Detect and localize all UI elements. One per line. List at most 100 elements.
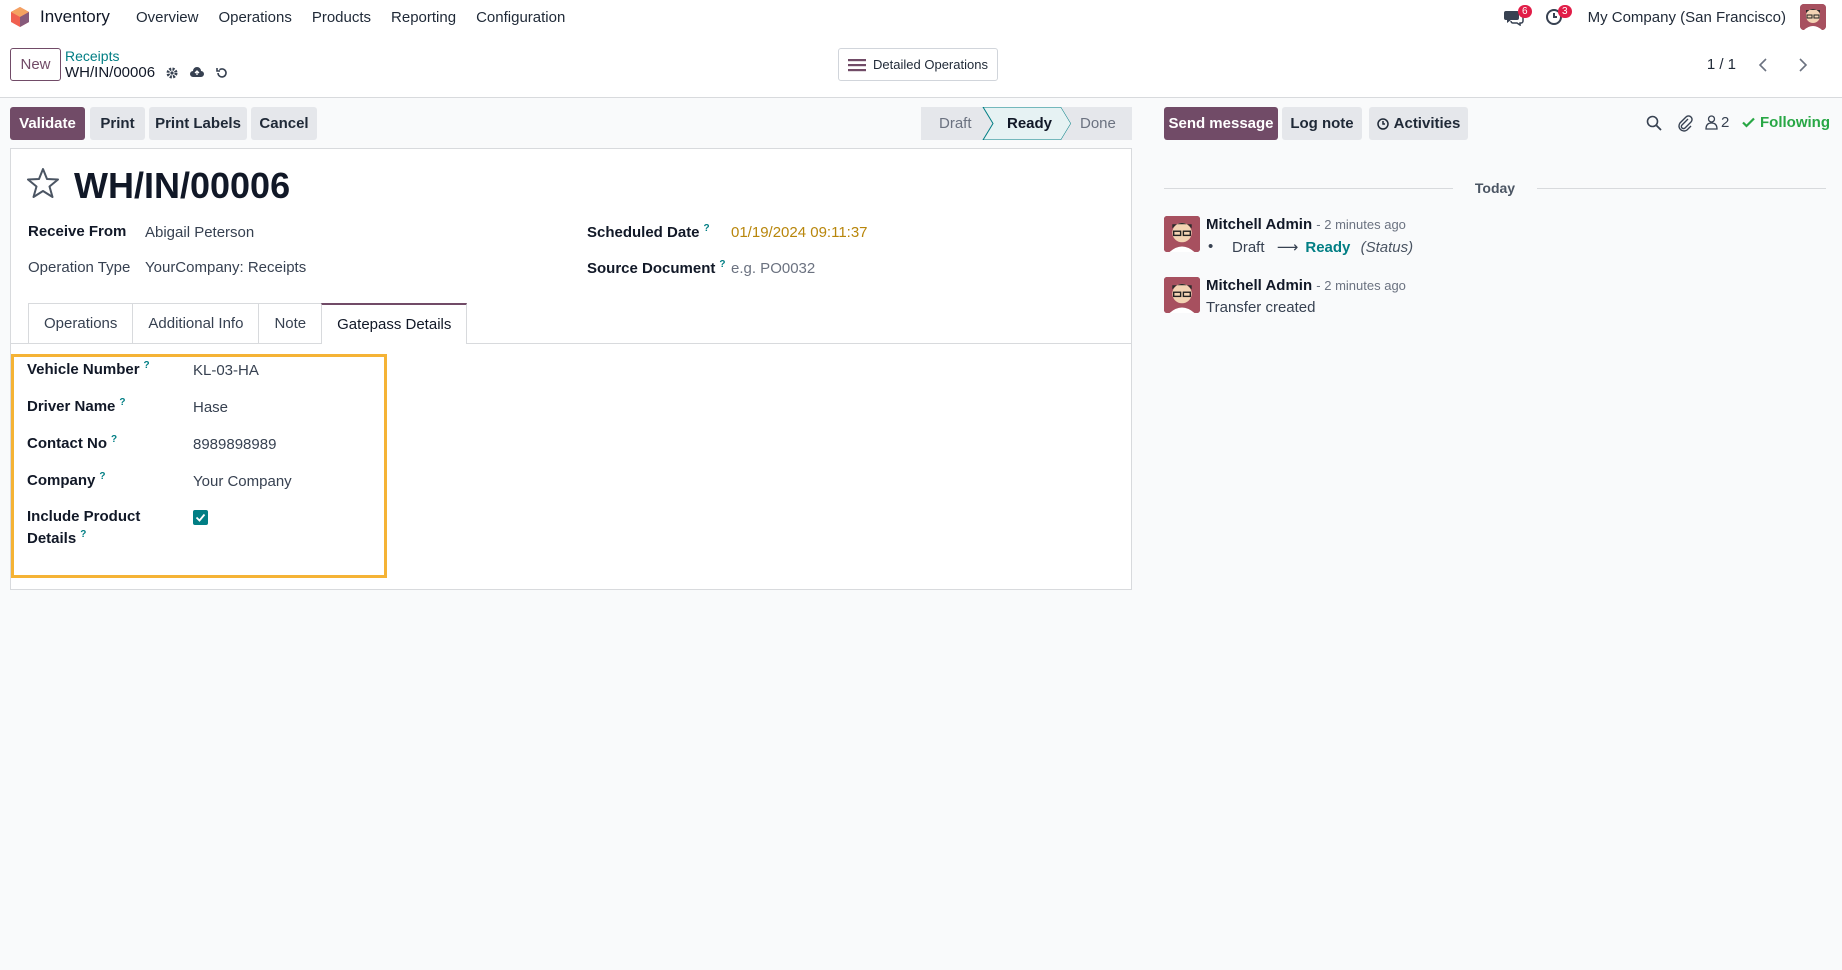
vehicle-number-label: Vehicle Number [27, 361, 140, 378]
message-time: - 2 minutes ago [1316, 217, 1406, 232]
menu-configuration[interactable]: Configuration [476, 9, 565, 26]
control-panel: New Receipts WH/IN/00006 Detailed Operat… [0, 34, 1842, 98]
following-button[interactable]: Following [1742, 114, 1830, 131]
clock-icon [1376, 117, 1389, 130]
print-labels-button[interactable]: Print Labels [149, 107, 247, 140]
source-document-label: Source Document [587, 260, 716, 277]
activities-badge: 3 [1558, 5, 1572, 18]
breadcrumb-receipts[interactable]: Receipts [65, 48, 119, 64]
source-document-field[interactable]: e.g. PO0032 [731, 260, 815, 277]
following-label: Following [1760, 114, 1830, 131]
list-icon [848, 58, 867, 71]
tracking-field-name: (Status) [1360, 239, 1414, 256]
pager-previous-button[interactable] [1750, 52, 1776, 78]
author-avatar[interactable] [1164, 216, 1200, 252]
check-icon [1742, 117, 1755, 128]
main-menu: Overview Operations Products Reporting C… [126, 9, 575, 26]
receive-from-field[interactable]: Abigail Peterson [145, 224, 254, 241]
driver-name-label-wrap: Driver Name? [27, 397, 126, 415]
pager: 1 / 1 [1707, 48, 1816, 81]
top-navbar: Inventory Overview Operations Products R… [0, 0, 1842, 34]
menu-reporting[interactable]: Reporting [391, 9, 456, 26]
tracking-new-value: Ready [1305, 239, 1351, 256]
tab-operations[interactable]: Operations [28, 303, 134, 343]
tab-note[interactable]: Note [258, 303, 323, 343]
record-title: WH/IN/00006 [74, 165, 291, 206]
app-name[interactable]: Inventory [40, 7, 110, 27]
navbar-right: 6 3 My Company (San Francisco) [1500, 0, 1842, 34]
date-separator: Today [1164, 180, 1827, 196]
tab-additional-info[interactable]: Additional Info [132, 303, 260, 343]
activity-menu[interactable]: 3 [1540, 3, 1572, 31]
message-author-wrap: Mitchell Admin - 2 minutes ago [1206, 216, 1406, 233]
operation-type-field[interactable]: YourCompany: Receipts [145, 259, 306, 276]
breadcrumb-current-label: WH/IN/00006 [65, 64, 156, 81]
new-button[interactable]: New [10, 48, 61, 81]
notebook-tabs: Operations Additional Info Note Gatepass… [28, 303, 468, 344]
arrow-right-icon: ⟶ [1276, 239, 1299, 256]
scheduled-date-field[interactable]: 01/19/2024 09:11:37 [731, 224, 868, 241]
chevron-left-icon [1758, 57, 1767, 72]
print-button[interactable]: Print [90, 107, 145, 140]
cancel-button[interactable]: Cancel [251, 107, 317, 140]
detailed-operations-button[interactable]: Detailed Operations [838, 48, 998, 81]
log-note-button[interactable]: Log note [1282, 107, 1362, 140]
help-icon[interactable]: ? [144, 360, 150, 371]
message-body: Transfer created [1206, 299, 1316, 316]
receive-from-label: Receive From [28, 223, 127, 240]
help-icon[interactable]: ? [704, 223, 710, 234]
help-icon[interactable]: ? [719, 259, 725, 270]
author-avatar[interactable] [1164, 277, 1200, 313]
paperclip-icon[interactable] [1677, 114, 1693, 132]
message-author[interactable]: Mitchell Admin [1206, 277, 1312, 294]
company-switcher[interactable]: My Company (San Francisco) [1588, 9, 1786, 26]
include-product-label-2-wrap: Details? [27, 529, 86, 547]
activities-button[interactable]: Activities [1369, 107, 1468, 140]
tracking-value: • Draft ⟶ Ready (Status) [1208, 238, 1414, 256]
status-ready: Ready [1007, 115, 1053, 132]
menu-products[interactable]: Products [312, 9, 371, 26]
messaging-menu[interactable]: 6 [1500, 3, 1532, 31]
message-author[interactable]: Mitchell Admin [1206, 216, 1312, 233]
menu-operations[interactable]: Operations [218, 9, 291, 26]
pager-next-button[interactable] [1790, 52, 1816, 78]
contact-no-label-wrap: Contact No? [27, 434, 117, 452]
vehicle-number-field[interactable]: KL-03-HA [193, 362, 259, 379]
contact-no-label: Contact No [27, 435, 107, 452]
help-icon[interactable]: ? [119, 397, 125, 408]
status-done[interactable]: Done [1080, 115, 1116, 132]
followers-count: 2 [1721, 114, 1730, 131]
status-bar: Draft Ready Done [921, 107, 1132, 140]
discard-icon[interactable] [215, 66, 229, 80]
scheduled-date-label-wrap: Scheduled Date? [587, 223, 710, 241]
company-label-wrap: Company? [27, 471, 105, 489]
help-icon[interactable]: ? [111, 434, 117, 445]
send-message-button[interactable]: Send message [1164, 107, 1278, 140]
driver-name-field[interactable]: Hase [193, 399, 228, 416]
company-field[interactable]: Your Company [193, 473, 292, 490]
gear-icon[interactable] [165, 66, 179, 80]
scheduled-date-label: Scheduled Date [587, 224, 700, 241]
star-icon[interactable] [27, 167, 59, 199]
cloud-save-icon[interactable] [189, 66, 205, 80]
status-draft[interactable]: Draft [939, 115, 972, 132]
include-product-checkbox[interactable] [193, 510, 208, 525]
help-icon[interactable]: ? [80, 529, 86, 540]
vehicle-number-label-wrap: Vehicle Number? [27, 360, 150, 378]
menu-overview[interactable]: Overview [136, 9, 199, 26]
company-label: Company [27, 472, 96, 489]
user-avatar[interactable] [1800, 4, 1826, 30]
validate-button[interactable]: Validate [10, 107, 85, 140]
help-icon[interactable]: ? [99, 471, 105, 482]
separator-line [1164, 187, 1453, 189]
search-icon[interactable] [1646, 115, 1662, 131]
chatter-message: Mitchell Admin - 2 minutes ago • Draft ⟶… [1164, 216, 1824, 258]
contact-no-field[interactable]: 8989898989 [193, 436, 276, 453]
tab-gatepass-details[interactable]: Gatepass Details [321, 303, 468, 344]
chatter-message: Mitchell Admin - 2 minutes ago Transfer … [1164, 277, 1824, 319]
followers-button[interactable]: 2 [1705, 114, 1729, 131]
pager-value[interactable]: 1 / 1 [1707, 56, 1736, 73]
app-logo-icon[interactable] [10, 7, 30, 27]
tracking-old-value: Draft [1232, 239, 1265, 256]
user-icon [1705, 115, 1718, 130]
